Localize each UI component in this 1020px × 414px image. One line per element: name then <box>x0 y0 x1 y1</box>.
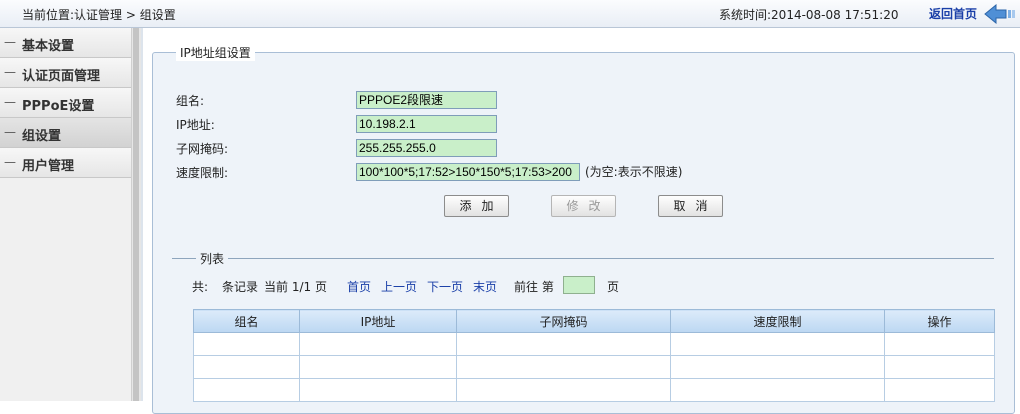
table-row <box>193 378 995 402</box>
panel-legend: IP地址组设置 <box>176 44 255 61</box>
sidebar-item-label: PPPoE设置 <box>22 99 95 114</box>
speed-limit-label: 速度限制: <box>176 166 229 180</box>
sidebar-scrollbar-thumb[interactable] <box>133 28 139 401</box>
table-cell <box>670 378 885 402</box>
pager-goto-label: 前往 第 <box>514 280 554 294</box>
system-time: 系统时间:2014-08-08 17:51:20 <box>719 8 899 22</box>
sidebar: — 基本设置 — 认证页面管理 — PPPoE设置 — 组设置 — 用户管理 <box>0 28 131 401</box>
sidebar-item-label: 认证页面管理 <box>22 69 101 84</box>
table-cell <box>884 332 995 356</box>
dash-icon: — <box>4 95 16 109</box>
ip-address-field[interactable]: 10.198.2.1 <box>356 115 497 133</box>
dash-icon: — <box>4 155 16 169</box>
pager-last-link[interactable]: 末页 <box>473 278 497 295</box>
dash-icon: — <box>4 125 16 139</box>
speed-limit-field[interactable]: 100*100*5;17:52>150*150*5;17:53>200 <box>356 163 580 181</box>
table-cell <box>299 355 457 379</box>
subnet-mask-label: 子网掩码: <box>176 142 229 156</box>
table-cell <box>299 378 457 402</box>
sidebar-item-group-settings[interactable]: — 组设置 <box>0 118 131 148</box>
sidebar-item-auth-page-management[interactable]: — 认证页面管理 <box>0 58 131 88</box>
cancel-button[interactable]: 取消 <box>658 195 723 217</box>
page-number-input[interactable] <box>563 276 595 294</box>
sidebar-item-label: 基本设置 <box>22 39 75 54</box>
speed-limit-hint: (为空:表示不限速) <box>585 165 683 179</box>
subnet-mask-field[interactable]: 255.255.255.0 <box>356 139 497 157</box>
breadcrumb: 当前位置:认证管理 > 组设置 <box>22 8 176 22</box>
table-header-row: 组名 IP地址 子网掩码 速度限制 操作 <box>193 309 995 333</box>
back-arrow-icon[interactable] <box>984 4 1016 24</box>
table-cell <box>299 332 457 356</box>
ip-address-label: IP地址: <box>176 118 215 132</box>
dash-icon: — <box>4 65 16 79</box>
table-cell <box>670 332 885 356</box>
table-cell <box>884 355 995 379</box>
sidebar-item-label: 组设置 <box>22 129 62 144</box>
column-header-actions: 操作 <box>884 309 995 333</box>
sidebar-item-user-management[interactable]: — 用户管理 <box>0 148 131 178</box>
sidebar-item-label: 用户管理 <box>22 159 75 174</box>
column-header-speed-limit: 速度限制 <box>670 309 885 333</box>
list-title: 列表 <box>196 250 229 267</box>
pager-total-prefix: 共: <box>192 280 209 294</box>
table-cell <box>456 378 671 402</box>
group-list-table: 组名 IP地址 子网掩码 速度限制 操作 <box>193 309 995 402</box>
group-name-field[interactable]: PPPOE2段限速 <box>356 91 497 109</box>
table-cell <box>193 332 300 356</box>
pager-prev-link[interactable]: 上一页 <box>381 278 417 295</box>
table-cell <box>456 332 671 356</box>
table-cell <box>193 355 300 379</box>
sidebar-item-basic-settings[interactable]: — 基本设置 <box>0 28 131 58</box>
table-row <box>193 355 995 379</box>
pager-current-page: 当前 1/1 页 <box>264 280 327 294</box>
modify-button[interactable]: 修改 <box>551 195 616 217</box>
pager-page-suffix: 页 <box>607 280 620 294</box>
column-header-ip-address: IP地址 <box>299 309 457 333</box>
content-divider <box>141 28 143 401</box>
pager-first-link[interactable]: 首页 <box>347 278 371 295</box>
pager-records-label: 条记录 <box>222 280 259 294</box>
column-header-group-name: 组名 <box>193 309 300 333</box>
list-divider <box>172 258 994 259</box>
table-row <box>193 332 995 356</box>
return-home-link[interactable]: 返回首页 <box>929 5 977 22</box>
table-cell <box>884 378 995 402</box>
dash-icon: — <box>4 35 16 49</box>
pager-next-link[interactable]: 下一页 <box>427 278 463 295</box>
add-button[interactable]: 添加 <box>444 195 509 217</box>
table-cell <box>193 378 300 402</box>
group-name-label: 组名: <box>176 94 205 108</box>
table-cell <box>670 355 885 379</box>
column-header-subnet-mask: 子网掩码 <box>456 309 671 333</box>
table-cell <box>456 355 671 379</box>
top-bar: 当前位置:认证管理 > 组设置 系统时间:2014-08-08 17:51:20… <box>0 0 1020 28</box>
sidebar-item-pppoe-settings[interactable]: — PPPoE设置 <box>0 88 131 118</box>
